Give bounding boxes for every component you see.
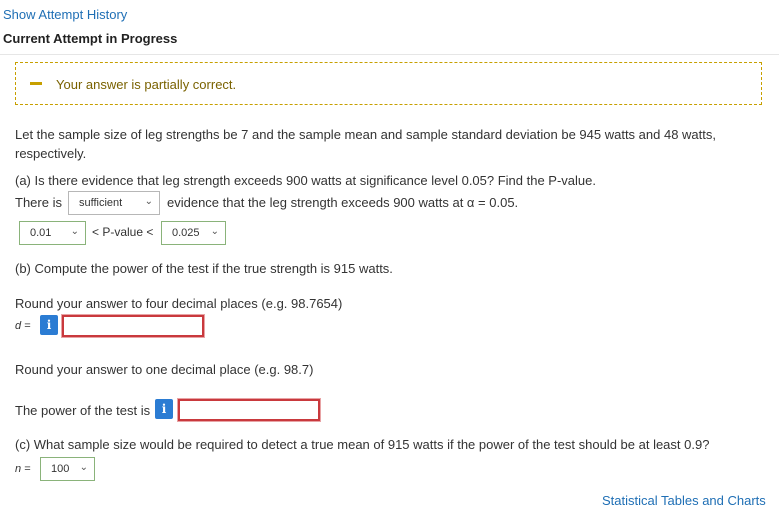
pvalue-lower-value: 0.01 [30, 227, 52, 239]
evidence-select-value: sufficient [79, 197, 123, 209]
power-answer-input[interactable] [177, 398, 321, 422]
partial-correct-alert: Your answer is partially correct. [15, 62, 762, 105]
minus-icon [30, 82, 42, 85]
info-icon[interactable]: i [40, 315, 58, 335]
show-attempt-history-link[interactable]: Show Attempt History [3, 7, 127, 22]
info-icon[interactable]: i [155, 399, 173, 419]
chevron-down-icon: ⌄ [70, 226, 79, 237]
evidence-select[interactable]: sufficient ⌄ [68, 191, 160, 215]
part-a-question: (a) Is there evidence that leg strength … [15, 173, 597, 188]
pvalue-label: < P-value < [92, 225, 154, 239]
problem-intro-line1: Let the sample size of leg strengths be … [15, 127, 716, 142]
power-label: The power of the test is [15, 403, 151, 418]
sample-size-select[interactable]: 100 ⌄ [40, 457, 95, 481]
alert-message: Your answer is partially correct. [56, 77, 237, 92]
d-label: d = [15, 320, 31, 332]
round-four-instruction: Round your answer to four decimal places… [15, 296, 343, 311]
problem-intro-line2: respectively. [15, 146, 87, 161]
pvalue-lower-select[interactable]: 0.01 ⌄ [19, 221, 86, 245]
chevron-down-icon: ⌄ [144, 196, 153, 207]
chevron-down-icon: ⌄ [79, 462, 88, 473]
statistical-tables-link[interactable]: Statistical Tables and Charts [602, 493, 766, 508]
pvalue-upper-select[interactable]: 0.025 ⌄ [161, 221, 226, 245]
current-attempt-heading: Current Attempt in Progress [3, 31, 178, 46]
part-b-question: (b) Compute the power of the test if the… [15, 261, 393, 276]
d-answer-input[interactable] [61, 314, 205, 338]
round-one-instruction: Round your answer to one decimal place (… [15, 362, 314, 377]
part-a-prefix: There is [15, 195, 62, 210]
n-label: n = [15, 463, 31, 475]
chevron-down-icon: ⌄ [210, 226, 219, 237]
header-divider [0, 54, 779, 55]
part-a-suffix: evidence that the leg strength exceeds 9… [167, 195, 519, 210]
pvalue-upper-value: 0.025 [172, 227, 200, 239]
sample-size-value: 100 [51, 463, 70, 475]
part-c-question: (c) What sample size would be required t… [15, 437, 710, 452]
